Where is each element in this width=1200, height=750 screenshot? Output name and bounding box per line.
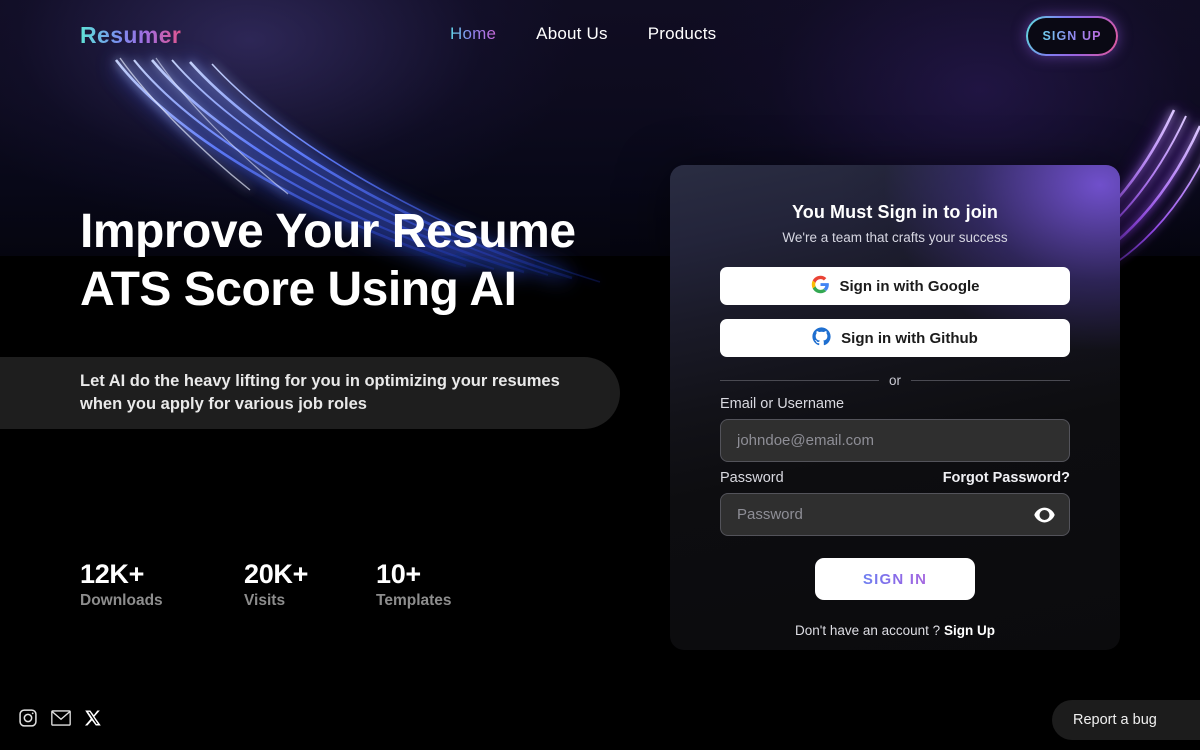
- stat-visits-value: 20K+: [244, 559, 309, 589]
- github-icon: [812, 326, 831, 350]
- stat-downloads-value: 12K+: [80, 559, 145, 589]
- stat-templates: 10+ Templates: [376, 558, 516, 612]
- email-input[interactable]: johndoe@email.com: [720, 419, 1070, 462]
- sign-up-button[interactable]: SIGN UP: [1026, 16, 1118, 56]
- sign-in-card: You Must Sign in to join We're a team th…: [670, 165, 1120, 650]
- top-navbar: Resumer Home About Us Products SIGN UP: [0, 0, 1200, 72]
- nav-link-about-us[interactable]: About Us: [536, 24, 608, 44]
- or-divider-label: or: [889, 373, 902, 388]
- report-a-bug-label: Report a bug: [1073, 712, 1157, 728]
- nav-link-products[interactable]: Products: [648, 24, 717, 44]
- headline-line-1: Improve Your Resume: [80, 205, 576, 258]
- sign-in-card-title: You Must Sign in to join: [791, 202, 999, 222]
- headline-line-2: ATS Score Using AI: [80, 263, 517, 316]
- no-account-text: Don't have an account ?: [795, 623, 941, 638]
- sign-up-link[interactable]: Sign Up: [944, 623, 995, 638]
- hero-stats: 12K+ Downloads 20K+ Visits 10+ Templates: [80, 558, 516, 612]
- password-label-row: Password Forgot Password?: [720, 470, 1070, 486]
- stat-visits: 20K+ Visits: [244, 558, 376, 612]
- google-icon: [811, 275, 830, 298]
- sign-up-button-label: SIGN UP: [1042, 29, 1102, 43]
- sign-up-button-inner: SIGN UP: [1028, 18, 1116, 54]
- email-label-row: Email or Username: [720, 396, 1070, 412]
- hero-subtitle-box: Let AI do the heavy lifting for you in o…: [0, 357, 620, 429]
- page-title: Improve Your Resume ATS Score Using AI: [80, 203, 640, 319]
- email-field-label: Email or Username: [720, 396, 845, 412]
- nav-link-home[interactable]: Home: [450, 24, 496, 44]
- sign-in-button-label: SIGN IN: [862, 570, 928, 588]
- eye-icon[interactable]: [1034, 507, 1055, 522]
- forgot-password-link[interactable]: Forgot Password?: [943, 470, 1070, 486]
- sign-in-with-github-button[interactable]: Sign in with Github: [720, 319, 1070, 357]
- sign-in-card-subtitle: We're a team that crafts your success: [782, 230, 1008, 245]
- divider-line-left: [720, 380, 879, 381]
- instagram-icon[interactable]: [18, 708, 38, 728]
- password-field-label: Password: [720, 470, 784, 486]
- stat-downloads: 12K+ Downloads: [80, 558, 244, 612]
- sign-in-card-footer: Don't have an account ? Sign Up: [670, 623, 1120, 638]
- x-twitter-icon[interactable]: [84, 709, 102, 727]
- password-input-placeholder: Password: [737, 506, 803, 523]
- sign-in-with-google-label: Sign in with Google: [839, 277, 980, 295]
- stat-visits-label: Visits: [244, 592, 286, 609]
- email-icon[interactable]: [51, 710, 71, 726]
- password-input[interactable]: Password: [720, 493, 1070, 536]
- email-input-placeholder: johndoe@email.com: [737, 432, 874, 449]
- hero-section: Improve Your Resume ATS Score Using AI L…: [0, 0, 660, 750]
- social-links: [18, 708, 102, 728]
- nav-links: Home About Us Products: [450, 24, 716, 44]
- brand-logo[interactable]: Resumer: [80, 22, 181, 49]
- report-a-bug-button[interactable]: Report a bug: [1052, 700, 1200, 740]
- hero-subtitle-text: Let AI do the heavy lifting for you in o…: [80, 372, 560, 413]
- sign-in-with-github-label: Sign in with Github: [841, 329, 978, 347]
- stat-templates-value: 10+: [376, 559, 421, 589]
- or-divider: or: [720, 373, 1071, 388]
- sign-in-button[interactable]: SIGN IN: [815, 558, 975, 600]
- stat-templates-label: Templates: [376, 592, 452, 609]
- divider-line-right: [911, 380, 1071, 381]
- sign-in-with-google-button[interactable]: Sign in with Google: [720, 267, 1070, 305]
- stat-downloads-label: Downloads: [80, 592, 163, 609]
